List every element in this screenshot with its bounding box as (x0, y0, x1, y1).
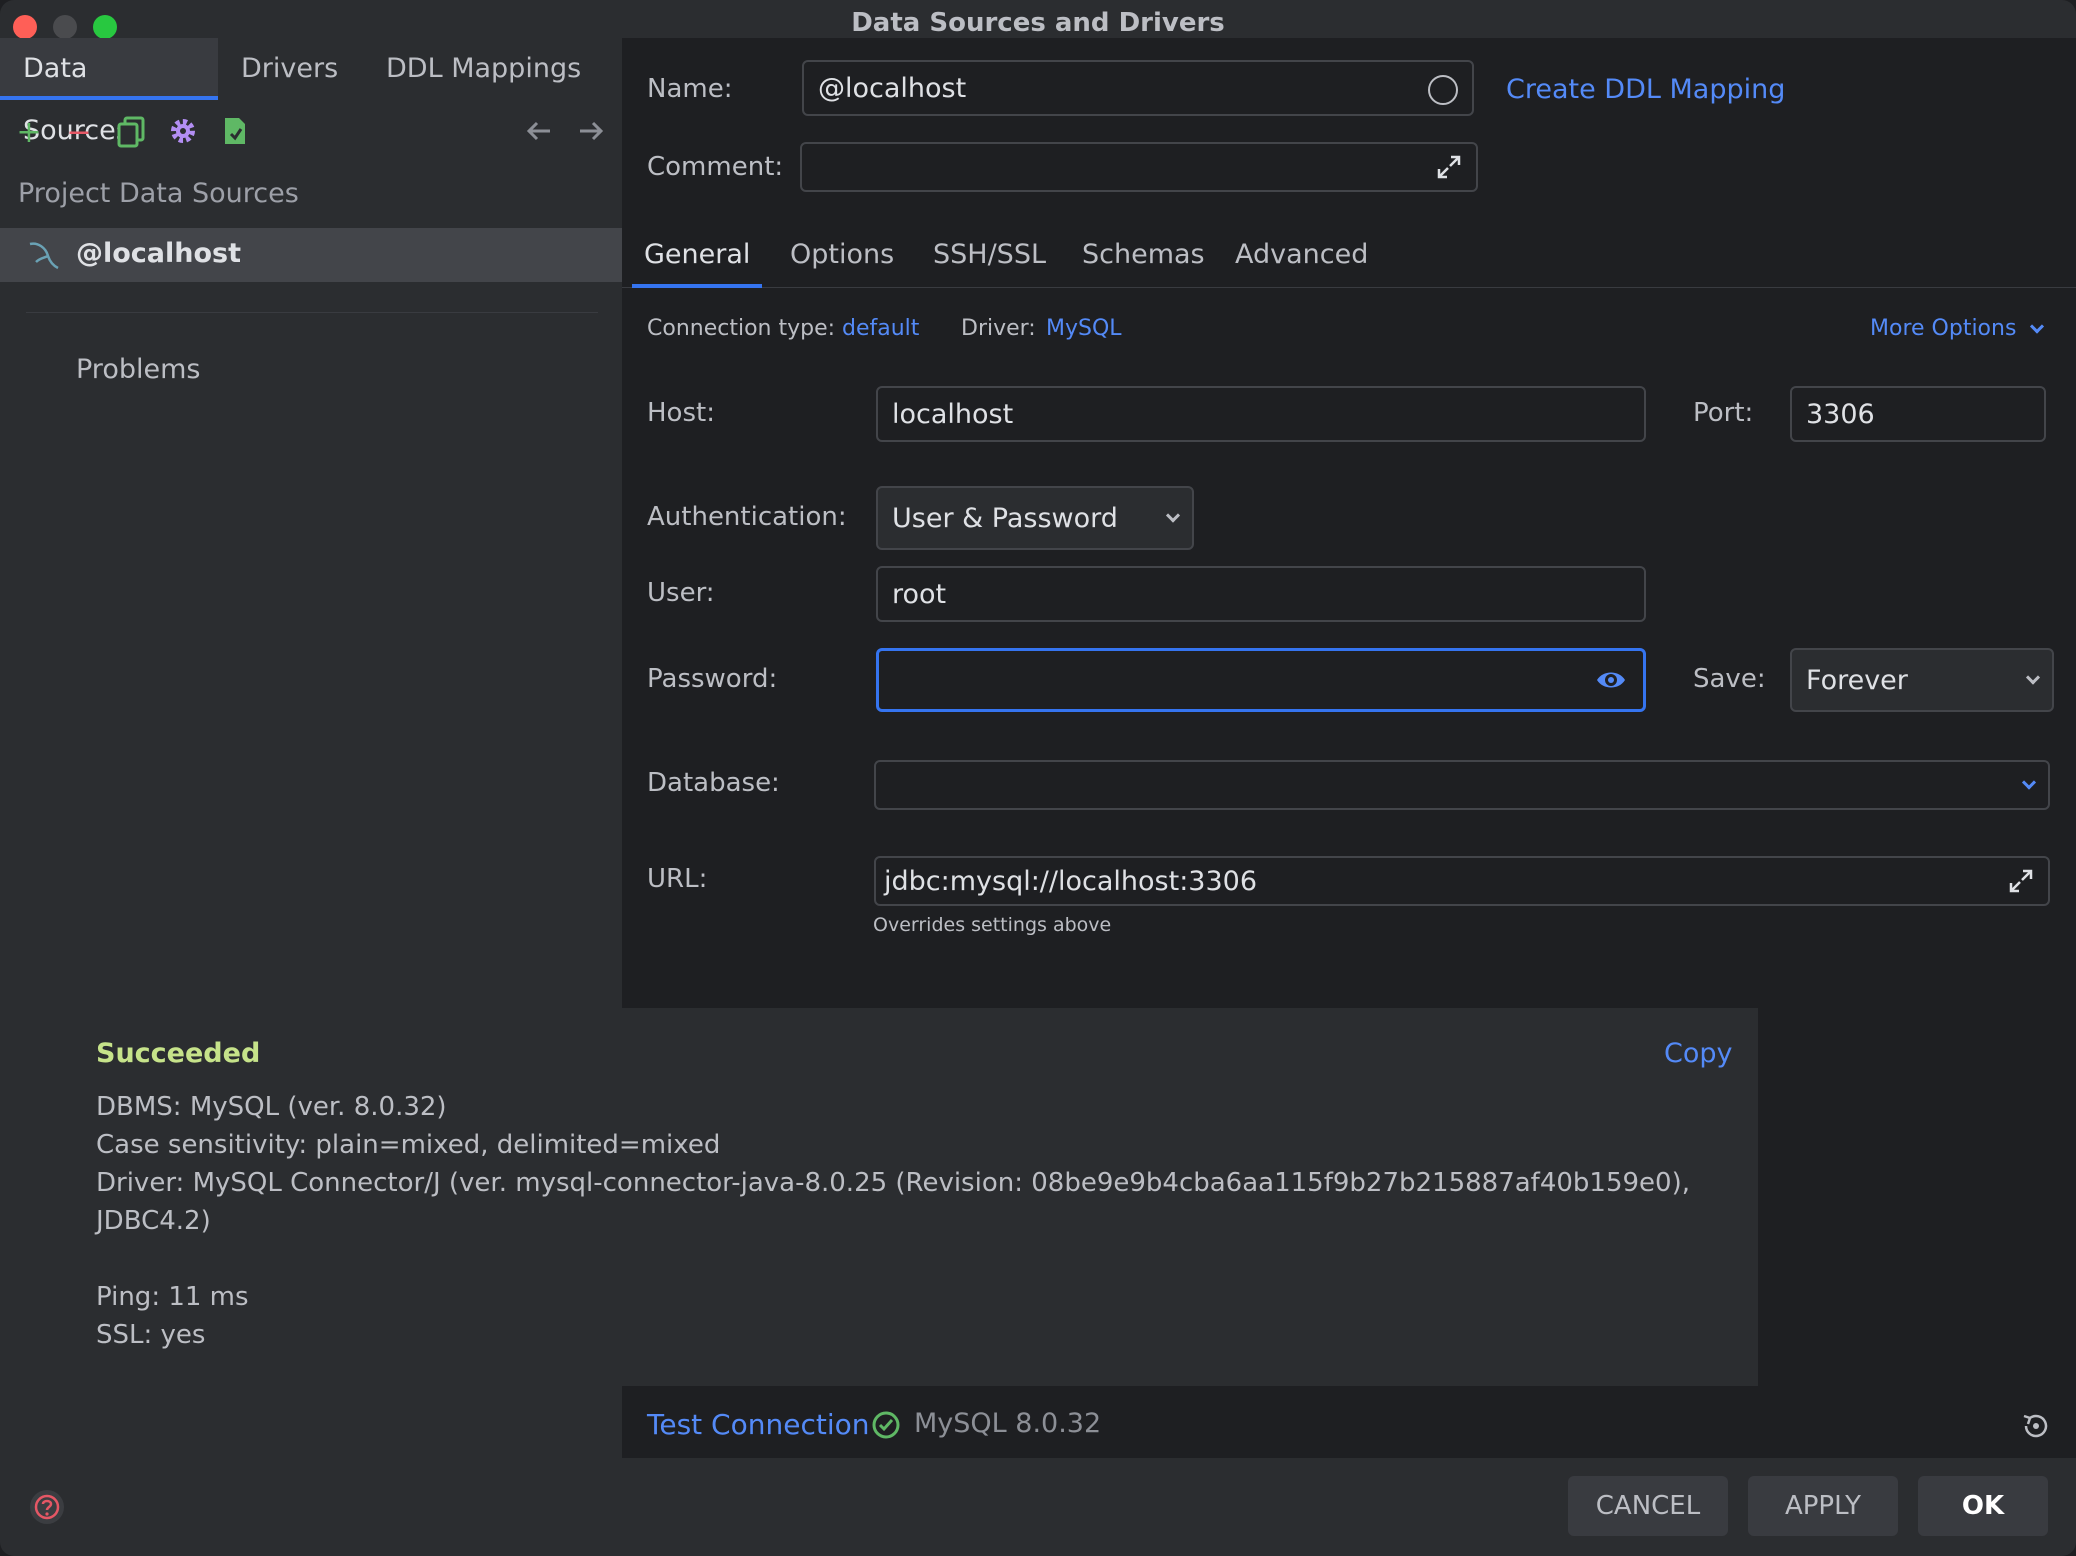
url-input[interactable]: jdbc:mysql://localhost:3306 (874, 856, 2050, 906)
connection-type-label: Connection type: (647, 316, 836, 341)
host-value: localhost (892, 398, 1014, 430)
port-label: Port: (1693, 398, 1754, 428)
user-input[interactable]: root (876, 566, 1646, 622)
save-select[interactable]: Forever (1790, 648, 2054, 712)
result-line-dbms: DBMS: MySQL (ver. 8.0.32) (96, 1092, 447, 1122)
chevron-down-icon (2030, 318, 2045, 334)
password-label: Password: (647, 664, 778, 694)
add-icon[interactable]: + (12, 116, 46, 150)
url-value: jdbc:mysql://localhost:3306 (884, 865, 1258, 897)
data-source-label: @localhost (76, 238, 242, 269)
left-toolbar: + − (0, 108, 622, 158)
forward-arrow-icon[interactable] (574, 116, 608, 150)
port-input[interactable]: 3306 (1790, 386, 2046, 442)
chevron-down-icon (2021, 775, 2037, 790)
password-input[interactable] (876, 648, 1646, 712)
url-hint: Overrides settings above (873, 914, 1112, 936)
tab-drivers[interactable]: Drivers (218, 38, 361, 100)
tab-ddl-mappings[interactable]: DDL Mappings (363, 38, 604, 100)
project-data-sources-label: Project Data Sources (18, 178, 299, 209)
status-text: Succeeded (96, 1038, 261, 1069)
expand-icon[interactable] (1436, 154, 1462, 180)
driver-label: Driver: (961, 316, 1036, 341)
cancel-button[interactable]: CANCEL (1568, 1476, 1728, 1536)
result-line-ssl: SSL: yes (96, 1320, 206, 1350)
result-line-ping: Ping: 11 ms (96, 1282, 249, 1312)
window-title: Data Sources and Drivers (851, 8, 1225, 38)
connection-type-link[interactable]: default (842, 316, 919, 341)
authentication-select[interactable]: User & Password (876, 486, 1194, 550)
test-result-popup: Succeeded Copy DBMS: MySQL (ver. 8.0.32)… (58, 1008, 1758, 1386)
data-source-item[interactable]: @localhost (0, 228, 622, 282)
mysql-dolphin-icon (29, 242, 59, 270)
authentication-value: User & Password (892, 502, 1118, 534)
apply-button[interactable]: APPLY (1748, 1476, 1898, 1536)
url-label: URL: (647, 864, 708, 894)
settings-icon[interactable] (166, 116, 200, 150)
save-value: Forever (1806, 664, 1908, 696)
host-label: Host: (647, 398, 715, 428)
back-arrow-icon[interactable] (522, 116, 556, 150)
more-options-link[interactable]: More Options (1870, 316, 2046, 341)
test-connection-link[interactable]: Test Connection (647, 1408, 869, 1441)
result-line-driver: Driver: MySQL Connector/J (ver. mysql-co… (96, 1168, 1690, 1198)
settings-tabs: General Options SSH/SSL Schemas Advanced (622, 232, 2076, 288)
name-value: @localhost (818, 72, 967, 104)
result-line-case-sensitivity: Case sensitivity: plain=mixed, delimited… (96, 1130, 721, 1160)
help-icon[interactable] (30, 1490, 64, 1524)
name-field[interactable]: @localhost (802, 60, 1474, 116)
authentication-label: Authentication: (647, 502, 847, 532)
name-label: Name: (647, 74, 733, 104)
tab-general[interactable]: General (631, 232, 763, 288)
more-options-label: More Options (1870, 316, 2017, 341)
user-label: User: (647, 578, 715, 608)
comment-label: Comment: (647, 152, 784, 182)
tab-schemas[interactable]: Schemas (1082, 232, 1205, 288)
color-circle-icon[interactable] (1428, 75, 1458, 105)
result-line-jdbc: JDBC4.2) (96, 1206, 211, 1236)
import-icon[interactable] (218, 116, 252, 150)
reset-icon[interactable] (2020, 1410, 2052, 1442)
expand-icon[interactable] (2008, 868, 2034, 894)
left-divider (26, 312, 598, 313)
tab-advanced[interactable]: Advanced (1235, 232, 1368, 288)
tab-data-sources[interactable]: Data Sources (0, 38, 218, 146)
db-version-text: MySQL 8.0.32 (914, 1408, 1102, 1439)
chevron-down-icon (1165, 508, 1181, 523)
host-input[interactable]: localhost (876, 386, 1646, 442)
database-label: Database: (647, 768, 780, 798)
save-label: Save: (1693, 664, 1766, 694)
tab-options[interactable]: Options (790, 232, 894, 288)
left-tab-bar: Data Sources Drivers DDL Mappings (0, 38, 622, 146)
check-circle-icon (872, 1411, 900, 1439)
problems-item[interactable]: Problems (76, 354, 200, 385)
copy-link[interactable]: Copy (1664, 1038, 1733, 1069)
dialog-window: Data Sources and Drivers Data Sources Dr… (0, 0, 2076, 1556)
chevron-down-icon (2025, 670, 2041, 685)
duplicate-icon[interactable] (114, 116, 148, 150)
database-select[interactable] (874, 760, 2050, 810)
tab-ssh-ssl[interactable]: SSH/SSL (933, 232, 1046, 288)
show-password-icon[interactable] (1595, 667, 1627, 693)
port-value: 3306 (1806, 398, 1875, 430)
comment-field[interactable] (800, 142, 1478, 192)
user-value: root (892, 578, 947, 610)
ok-button[interactable]: OK (1918, 1476, 2048, 1536)
remove-icon[interactable]: − (62, 116, 96, 150)
create-ddl-mapping-link[interactable]: Create DDL Mapping (1506, 74, 1785, 105)
driver-link[interactable]: MySQL (1046, 316, 1122, 341)
